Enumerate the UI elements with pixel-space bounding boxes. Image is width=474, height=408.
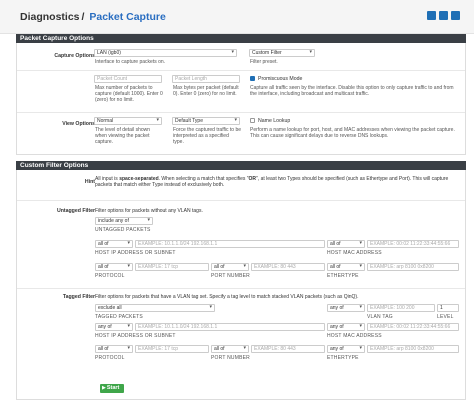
capture-options-panel: Capture Options LAN (igb0) Interface to … [16,43,466,155]
vlan-match-select[interactable]: any of [327,304,365,312]
untagged-host-input[interactable]: EXAMPLE: 10.1.1.0/24 192.168.1.1 [135,240,325,248]
view-detail-select[interactable]: Normal [94,117,162,125]
capture-options-label: Capture Options [54,53,95,59]
untagged-packets-caption: UNTAGGED PACKETS [95,227,151,233]
tagged-filter-help: Filter options for packets that have a V… [95,294,359,300]
tagged-port-caption: PORT NUMBER [211,355,250,361]
page-title[interactable]: Packet Capture [89,11,165,23]
untagged-ethertype-caption: ETHERTYPE [327,273,359,279]
packet-count-help: Max number of packets to capture (defaul… [95,85,163,104]
interface-select[interactable]: LAN (igb0) [94,49,237,57]
tagged-match-select[interactable]: exclude all [95,304,215,312]
force-type-select[interactable]: Default Type [172,117,240,125]
filter-preset-select[interactable]: Custom Filter [249,49,315,57]
panel-title-custom-filter: Custom Filter Options [16,161,466,170]
tagged-mac-caption: HOST MAC ADDRESS [327,333,382,339]
force-type-help: Force the captured traffic to be interpr… [173,127,242,146]
untagged-filter-label: Untagged Filter [56,208,95,214]
untagged-host-caption: HOST IP ADDRESS OR SUBNET [95,250,176,256]
page-header: Diagnostics / Packet Capture [0,0,474,34]
untagged-ethertype-input[interactable]: EXAMPLE: arp 8100 0x8200 [367,263,459,271]
packet-count-input[interactable]: Packet Count [94,75,162,83]
untagged-protocol-input[interactable]: EXAMPLE: 17 tcp [135,263,209,271]
name-lookup-checkbox[interactable] [250,118,255,123]
tagged-protocol-caption: PROTOCOL [95,355,125,361]
promiscuous-help: Capture all traffic seen by the interfac… [250,85,454,98]
tagged-ethertype-caption: ETHERTYPE [327,355,359,361]
panel-title-capture-options: Packet Capture Options [16,34,466,43]
question-icon[interactable] [451,11,460,20]
untagged-port-input[interactable]: EXAMPLE: 80 443 [251,263,325,271]
hint-text: All input is space-separated. When selec… [95,176,449,189]
play-icon: ▶ [102,385,106,391]
tagged-mac-input[interactable]: EXAMPLE: 00:02 11:22:33:44:55:66 [367,323,459,331]
packet-length-help: Max bytes per packet (default 0). Enter … [173,85,239,98]
tagged-port-match-select[interactable]: all of [211,345,249,353]
tagged-mac-match-select[interactable]: any of [327,323,365,331]
interface-help: Interface to capture packets on. [95,59,166,65]
breadcrumb-separator: / [81,11,85,23]
hint-row: Hint All input is space-separated. When … [17,170,465,200]
tagged-filter-label: Tagged Filter [62,294,95,300]
filter-preset-help: Filter preset. [250,59,278,65]
vlan-tag-caption: VLAN TAG [367,314,393,320]
tagged-host-caption: HOST IP ADDRESS OR SUBNET [95,333,176,339]
view-detail-help: The level of detail shown when viewing t… [95,127,151,146]
untagged-port-match-select[interactable]: all of [211,263,249,271]
packet-length-input[interactable]: Packet Length [172,75,240,83]
breadcrumb: Diagnostics / Packet Capture [20,11,166,23]
promiscuous-label: Promiscuous Mode [258,76,303,82]
tagged-protocol-input[interactable]: EXAMPLE: 17 tcp [135,345,209,353]
name-lookup-label: Name Lookup [258,118,291,124]
untagged-mac-match-select[interactable]: all of [327,240,365,248]
name-lookup-help: Perform a name lookup for port, host, an… [250,127,455,140]
untagged-host-match-select[interactable]: all of [95,240,133,248]
hint-emphasis-or: OR [248,176,257,182]
tagged-protocol-match-select[interactable]: all of [95,345,133,353]
sliders-icon[interactable] [427,11,436,20]
vlan-tag-input[interactable]: EXAMPLE: 100 200 [367,304,435,312]
hint-label: Hint [84,179,95,185]
untagged-protocol-caption: PROTOCOL [95,273,125,279]
untagged-protocol-match-select[interactable]: all of [95,263,133,271]
capture-counts-row: Packet Count Max number of packets to ca… [17,70,465,112]
chart-icon[interactable] [439,11,448,20]
untagged-ethertype-match-select[interactable]: all of [327,263,365,271]
tagged-port-input[interactable]: EXAMPLE: 80 443 [251,345,325,353]
tagged-host-input[interactable]: EXAMPLE: 10.1.1.0/24 192.168.1.1 [135,323,325,331]
vlan-level-caption: LEVEL [437,314,454,320]
untagged-port-caption: PORT NUMBER [211,273,250,279]
tagged-ethertype-match-select[interactable]: any of [327,345,365,353]
untagged-match-select[interactable]: include any of [95,217,153,225]
untagged-mac-input[interactable]: EXAMPLE: 00:02 11:22:33:44:55:66 [367,240,459,248]
header-icons [427,11,460,20]
promiscuous-checkbox[interactable] [250,76,255,81]
breadcrumb-parent[interactable]: Diagnostics [20,11,80,23]
tagged-host-match-select[interactable]: any of [95,323,133,331]
hint-emphasis-space: space-separated [119,176,159,182]
custom-filter-panel: Hint All input is space-separated. When … [16,170,466,400]
tagged-ethertype-input[interactable]: EXAMPLE: arp 8100 0x8200 [367,345,459,353]
tagged-packets-caption: TAGGED PACKETS [95,314,143,320]
untagged-filter-help: Filter options for packets without any V… [95,208,203,214]
untagged-filter-row: Untagged Filter Filter options for packe… [17,200,465,296]
view-options-row: View Options Normal The level of detail … [17,112,465,155]
vlan-level-input[interactable]: 1 [437,304,459,312]
start-button[interactable]: ▶Start [100,384,124,393]
untagged-mac-caption: HOST MAC ADDRESS [327,250,382,256]
start-button-label: Start [106,385,120,391]
tagged-filter-row: Tagged Filter Filter options for packets… [17,288,465,374]
view-options-label: View Options [62,121,95,127]
capture-options-row: Capture Options LAN (igb0) Interface to … [17,43,465,70]
